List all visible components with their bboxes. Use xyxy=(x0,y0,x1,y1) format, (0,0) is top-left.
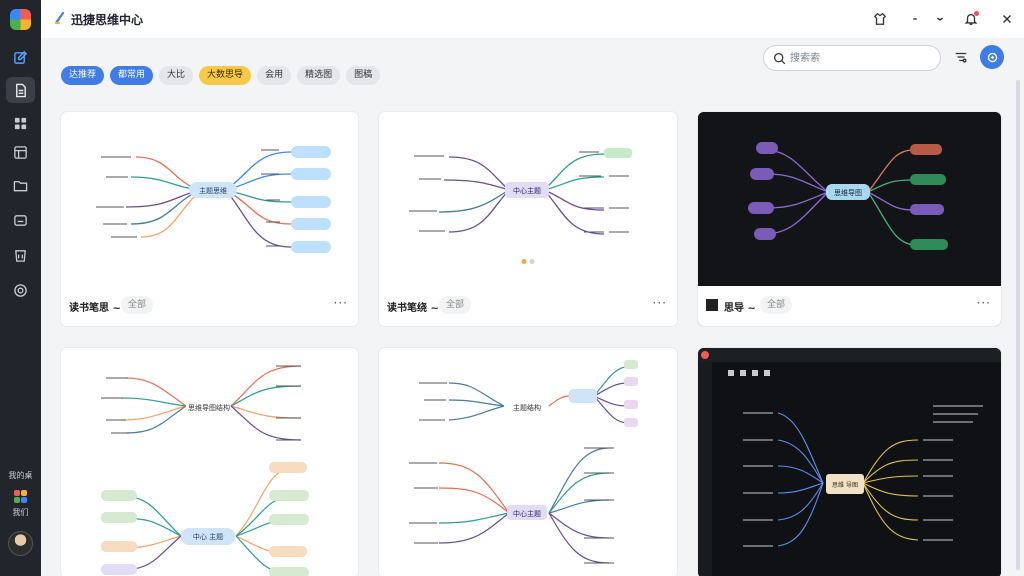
card-tag: 全部 xyxy=(121,296,154,314)
share-icon[interactable] xyxy=(980,45,1004,69)
chip-drafts[interactable]: 图稿 xyxy=(346,66,381,85)
search-box xyxy=(763,45,941,71)
bell-icon[interactable] xyxy=(962,10,980,28)
filter-icon[interactable] xyxy=(951,47,971,67)
template-card[interactable]: 主题思维 读书笔思 ~ 全部 ··· xyxy=(61,112,358,326)
template-card[interactable]: 中心主题 读书笔绕 ~ 全部 ··· xyxy=(379,112,677,326)
settings-icon[interactable] xyxy=(6,277,35,303)
scrollbar[interactable] xyxy=(1016,80,1020,570)
trash-icon[interactable] xyxy=(6,242,35,268)
card-title[interactable]: 读书笔绕 ~ xyxy=(387,299,439,314)
carousel-dots xyxy=(521,259,535,264)
map-center-label: 思维导图 xyxy=(834,188,862,197)
card-footer: 读书笔思 ~ 全部 ··· xyxy=(61,286,358,326)
more-icon[interactable]: ··· xyxy=(334,296,348,310)
chip-common[interactable]: 都常用 xyxy=(110,66,154,85)
app-logo-icon[interactable] xyxy=(10,9,31,30)
map-center-label: 主题结构 xyxy=(513,403,541,412)
minimize-dropdown-icon[interactable] xyxy=(906,10,924,28)
rail-label-mine[interactable]: 我的桌 xyxy=(0,470,41,481)
more-icon[interactable]: ··· xyxy=(653,296,667,310)
top-bar: 迅捷思维中心 xyxy=(41,0,1024,38)
template-icon[interactable] xyxy=(6,139,35,165)
chip-meeting[interactable]: 会用 xyxy=(257,66,292,85)
template-card[interactable]: 思维导图结构 中心 主题 xyxy=(61,348,358,576)
category-filter: 达推荐 都常用 大比 大数思导 会用 精选图 图稿 xyxy=(61,66,381,85)
mindmap-thumbnail: 主题思维 xyxy=(61,112,358,286)
notification-dot xyxy=(974,11,979,16)
chip-recommend[interactable]: 达推荐 xyxy=(61,66,105,85)
search-icon xyxy=(773,52,786,65)
app-title: 迅捷思维中心 xyxy=(71,13,144,27)
close-icon[interactable] xyxy=(998,10,1016,28)
search-input[interactable] xyxy=(790,50,935,67)
chip-big-data[interactable]: 大数思导 xyxy=(199,66,252,85)
cloud-icon[interactable] xyxy=(6,207,35,233)
document-icon[interactable] xyxy=(6,77,35,103)
app-title-icon xyxy=(54,11,65,25)
chip-featured[interactable]: 精选图 xyxy=(297,66,341,85)
map-center-label: 主题思维 xyxy=(199,186,227,195)
map-center-label: 中心主题 xyxy=(513,186,541,195)
card-title[interactable]: 思导 ~ xyxy=(724,299,756,314)
shirt-icon[interactable] xyxy=(871,10,889,28)
avatar[interactable] xyxy=(8,531,33,556)
left-rail: 我的桌 我们 xyxy=(0,0,41,576)
mindmap-thumbnail: 主题结构 中心主题 xyxy=(379,348,677,576)
mindmap-thumbnail: 思维 导图 xyxy=(698,348,1001,576)
card-title[interactable]: 读书笔思 ~ xyxy=(69,299,121,314)
map-center-label: 中心 主题 xyxy=(193,532,223,541)
map-center-label: 思维导图结构 xyxy=(188,403,230,412)
apps-icon[interactable] xyxy=(14,490,27,503)
map-center-label: 中心主题 xyxy=(513,509,541,518)
template-card[interactable]: 思维导图 思导 ~ 全部 ··· xyxy=(698,112,1001,326)
chevron-down-icon[interactable] xyxy=(931,10,949,28)
mindmap-thumbnail: 思维导图 xyxy=(698,112,1001,286)
more-icon[interactable]: ··· xyxy=(977,296,991,310)
template-type-icon xyxy=(706,299,718,311)
map-center-label: 思维 导图 xyxy=(832,481,858,489)
card-tag: 全部 xyxy=(439,296,472,314)
template-card[interactable]: 思维 导图 xyxy=(698,348,1001,576)
chip-compare[interactable]: 大比 xyxy=(159,66,194,85)
rail-label-team[interactable]: 我们 xyxy=(0,507,41,518)
card-tag: 全部 xyxy=(760,296,793,314)
template-card[interactable]: 主题结构 中心主题 xyxy=(379,348,677,576)
card-footer: 读书笔绕 ~ 全部 ··· xyxy=(379,286,677,326)
mindmap-thumbnail: 思维导图结构 中心 主题 xyxy=(61,348,358,576)
folder-icon[interactable] xyxy=(6,172,35,198)
grid-icon[interactable] xyxy=(6,110,35,136)
edit-icon[interactable] xyxy=(6,44,35,70)
card-footer: 思导 ~ 全部 ··· xyxy=(698,286,1001,326)
